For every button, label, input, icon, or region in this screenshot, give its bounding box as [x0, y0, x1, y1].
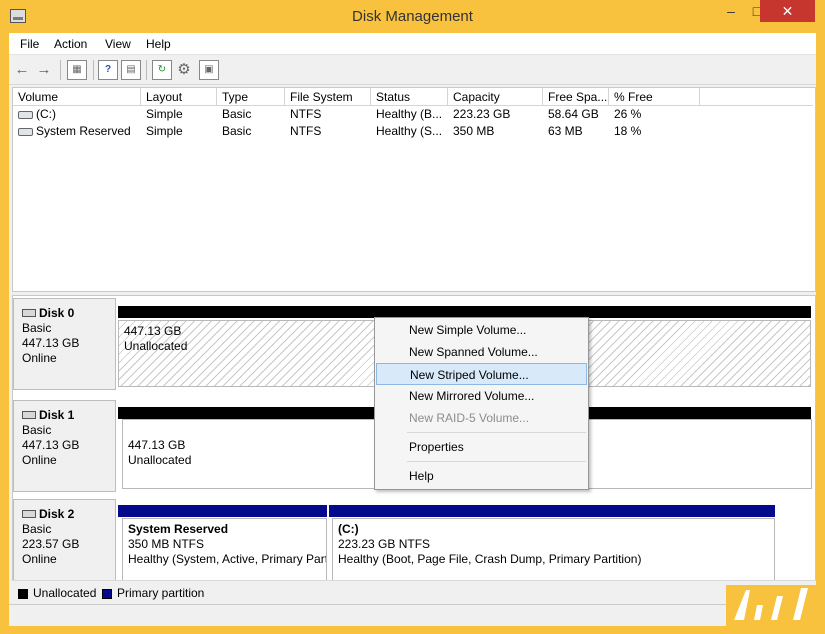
- primary-legend-label: Primary partition: [117, 586, 205, 600]
- partition-title: System Reserved: [128, 522, 229, 536]
- layout-cell: Simple: [146, 107, 183, 121]
- system-reserved-partition[interactable]: System Reserved 350 MB NTFS Healthy (Sys…: [122, 518, 327, 588]
- column-header-percent-free[interactable]: % Free: [609, 88, 700, 106]
- status-cell: Healthy (B...: [376, 107, 443, 121]
- disk-1-label[interactable]: Disk 1 Basic 447.13 GB Online: [13, 400, 116, 492]
- hard-disk-icon: [22, 510, 36, 518]
- partition-size: 223.23 GB NTFS: [338, 537, 431, 551]
- console-icon[interactable]: ▤: [121, 60, 141, 80]
- help-item[interactable]: Help: [376, 465, 587, 487]
- disk-size: 447.13 GB: [22, 438, 80, 452]
- column-header-free-space[interactable]: Free Spa...: [543, 88, 609, 106]
- primary-partition-bar: [118, 505, 327, 517]
- unallocated-legend-swatch: [18, 589, 28, 599]
- unallocated-legend-label: Unallocated: [33, 586, 97, 600]
- file-system-cell: NTFS: [290, 124, 322, 138]
- partition-title: (C:): [338, 522, 359, 536]
- c-drive-partition[interactable]: (C:) 223.23 GB NTFS Healthy (Boot, Page …: [332, 518, 775, 588]
- volume-list[interactable]: Volume Layout Type File System Status Ca…: [12, 87, 816, 292]
- properties-item[interactable]: Properties: [376, 436, 587, 458]
- partition-size: 350 MB NTFS: [128, 537, 205, 551]
- menu-help[interactable]: Help: [146, 37, 171, 51]
- settings-icon[interactable]: ⚙: [174, 60, 194, 80]
- window-title: Disk Management: [352, 8, 473, 25]
- back-icon[interactable]: ←: [12, 60, 32, 80]
- primary-legend-swatch: [102, 589, 112, 599]
- volume-name: System Reserved: [36, 124, 131, 138]
- layout-cell: Simple: [146, 124, 183, 138]
- title-bar[interactable]: Disk Management – □ ✕: [0, 0, 825, 33]
- disk-management-window: Disk Management – □ ✕ File Action View H…: [0, 0, 825, 634]
- menu-file[interactable]: File: [20, 37, 39, 51]
- drive-icon: [18, 128, 33, 136]
- column-header-capacity[interactable]: Capacity: [448, 88, 543, 106]
- disk-2-label[interactable]: Disk 2 Basic 223.57 GB Online: [13, 499, 116, 591]
- legend: Unallocated Primary partition: [12, 580, 816, 604]
- capacity-cell: 350 MB: [453, 124, 495, 138]
- toolbar-separator: [146, 60, 147, 80]
- type-cell: Basic: [222, 107, 252, 121]
- disk-size: 447.13 GB: [22, 336, 80, 350]
- hard-disk-icon: [22, 411, 36, 419]
- drive-icon: [18, 111, 33, 119]
- context-menu: New Simple Volume... New Spanned Volume.…: [374, 317, 589, 490]
- status-cell: Healthy (S...: [376, 124, 443, 138]
- new-striped-volume-item[interactable]: New Striped Volume...: [376, 363, 587, 385]
- close-button[interactable]: ✕: [760, 0, 815, 22]
- disk-status: Online: [22, 351, 57, 365]
- free-space-cell: 63 MB: [548, 124, 583, 138]
- column-header-layout[interactable]: Layout: [141, 88, 217, 106]
- partition-status: Healthy (Boot, Page File, Crash Dump, Pr…: [338, 552, 642, 566]
- file-system-cell: NTFS: [290, 107, 322, 121]
- free-space-cell: 58.64 GB: [548, 107, 599, 121]
- menu-separator: [407, 461, 586, 462]
- toolbar-separator: [60, 60, 61, 80]
- new-simple-volume-item[interactable]: New Simple Volume...: [376, 319, 587, 341]
- toolbar: ← → ▦ ? ▤ ↻ ⚙ ▣: [9, 55, 816, 85]
- volume-cell: (C:): [13, 106, 141, 123]
- disk-size: 223.57 GB: [22, 537, 80, 551]
- new-mirrored-volume-item[interactable]: New Mirrored Volume...: [376, 385, 587, 407]
- status-bar: [9, 604, 816, 626]
- column-header-status[interactable]: Status: [371, 88, 448, 106]
- disk-status: Online: [22, 552, 57, 566]
- new-spanned-volume-item[interactable]: New Spanned Volume...: [376, 341, 587, 363]
- disk-type: Basic: [22, 423, 52, 437]
- hard-disk-icon: [22, 309, 36, 317]
- minimize-button[interactable]: –: [718, 0, 744, 22]
- forward-icon[interactable]: →: [34, 60, 54, 80]
- percent-free-cell: 26 %: [614, 107, 642, 121]
- toolbar-separator: [93, 60, 94, 80]
- column-header-type[interactable]: Type: [217, 88, 285, 106]
- watermark-logo: [726, 585, 820, 626]
- primary-partition-bar: [329, 505, 775, 517]
- capacity-cell: 223.23 GB: [453, 107, 511, 121]
- column-header-file-system[interactable]: File System: [285, 88, 371, 106]
- properties-icon[interactable]: ▦: [67, 60, 87, 80]
- volume-name: (C:): [36, 107, 56, 121]
- disk-0-label[interactable]: Disk 0 Basic 447.13 GB Online: [13, 298, 116, 390]
- partition-status: Healthy (System, Active, Primary Part: [128, 552, 327, 566]
- menu-view[interactable]: View: [105, 37, 131, 51]
- percent-free-cell: 18 %: [614, 124, 642, 138]
- volume-cell: System Reserved: [13, 123, 141, 140]
- column-header-volume[interactable]: Volume: [13, 88, 141, 106]
- menu-action[interactable]: Action: [54, 37, 87, 51]
- disk-type: Basic: [22, 522, 52, 536]
- disk-status: Online: [22, 453, 57, 467]
- disk-icon[interactable]: ▣: [199, 60, 219, 80]
- type-cell: Basic: [222, 124, 252, 138]
- rescan-icon[interactable]: ↻: [152, 60, 172, 80]
- disk-type: Basic: [22, 321, 52, 335]
- menu-separator: [407, 432, 586, 433]
- new-raid5-volume-item: New RAID-5 Volume...: [409, 411, 530, 425]
- column-header-filler: [700, 88, 813, 106]
- help-icon[interactable]: ?: [98, 60, 118, 80]
- menu-bar: File Action View Help: [9, 33, 816, 55]
